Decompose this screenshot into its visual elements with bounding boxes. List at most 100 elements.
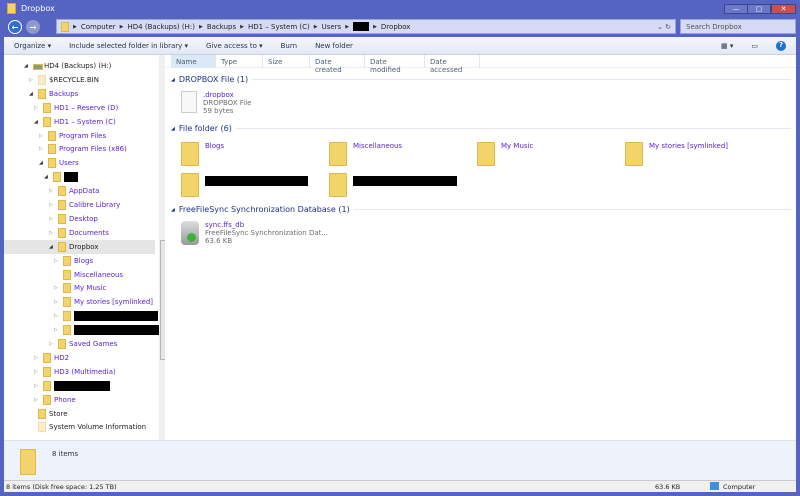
give-access-button[interactable]: Give access to ▾ [206, 42, 263, 50]
expand-arrow-icon[interactable]: ▷ [34, 383, 38, 389]
expand-arrow-icon[interactable]: ▷ [49, 202, 53, 208]
burn-button[interactable]: Burn [281, 42, 297, 50]
maximize-button[interactable]: ▢ [747, 4, 771, 14]
tree-item[interactable]: ▷ Desktop [4, 212, 155, 226]
folder-icon [181, 142, 199, 166]
expand-arrow-icon[interactable]: ▷ [49, 188, 53, 194]
crumb[interactable]: Users [322, 23, 342, 31]
organize-button[interactable]: Organize ▾ [14, 42, 51, 50]
tree-item[interactable]: ▷ $RECYCLE.BIN [4, 73, 155, 87]
tree-item[interactable]: ▷ Calibre Library [4, 198, 155, 212]
folder-item[interactable]: My Music [477, 142, 533, 166]
collapse-arrow-icon[interactable]: ◢ [29, 91, 33, 97]
tree-item-label: My stories [symlinked] [74, 298, 154, 307]
help-icon[interactable]: ? [776, 40, 786, 51]
expand-arrow-icon[interactable]: ▷ [49, 341, 53, 347]
tree-item[interactable]: ▷ [4, 323, 162, 337]
forward-button[interactable]: → [26, 20, 40, 34]
collapse-arrow-icon[interactable]: ◢ [44, 174, 48, 180]
crumb[interactable]: HD4 (Backups) (H:) [128, 23, 195, 31]
crumb[interactable]: Backups [207, 23, 236, 31]
tree-item[interactable]: ◢ [4, 170, 155, 184]
tree-item[interactable]: ▷ Program Files (x86) [4, 142, 155, 156]
expand-arrow-icon[interactable]: ▷ [34, 397, 38, 403]
expand-arrow-icon[interactable]: ▷ [29, 77, 33, 83]
expand-arrow-icon[interactable]: ▷ [54, 313, 58, 319]
expand-arrow-icon[interactable]: ▷ [54, 258, 58, 264]
navigation-pane: ◢ HD4 (Backups) (H:) ▷ $RECYCLE.BIN ◢ Backups… [4, 55, 168, 440]
expand-arrow-icon[interactable]: ▷ [39, 133, 43, 139]
expand-arrow-icon[interactable]: ▷ [49, 216, 53, 222]
toolbar: Organize ▾ Include selected folder in li… [4, 37, 796, 55]
column-date-accessed[interactable]: Date accessed [425, 55, 480, 74]
tree-item[interactable]: ▷ [4, 309, 158, 323]
file-item[interactable]: sync.ffs_db FreeFileSync Synchronization … [181, 221, 328, 245]
tree-item[interactable]: ▷ My Music [4, 281, 155, 295]
new-folder-button[interactable]: New folder [315, 42, 353, 50]
folder-icon [48, 144, 56, 155]
collapse-arrow-icon[interactable]: ◢ [39, 160, 43, 166]
minimize-button[interactable]: — [724, 4, 748, 14]
crumb[interactable]: Computer [81, 23, 116, 31]
folder-item[interactable]: My stories [symlinked] [625, 142, 728, 166]
expand-arrow-icon[interactable]: ▷ [54, 327, 58, 333]
expand-arrow-icon[interactable]: ▷ [39, 146, 43, 152]
column-type[interactable]: Type [216, 55, 263, 68]
tree-item[interactable]: ▷ Documents [4, 226, 155, 240]
expand-arrow-icon[interactable]: ▷ [34, 369, 38, 375]
address-bar[interactable]: ▶ Computer ▶ HD4 (Backups) (H:) ▶ Backups ▶… [56, 19, 676, 34]
back-button[interactable]: ← [8, 20, 22, 34]
crumb-redacted[interactable] [353, 22, 370, 31]
tree-item[interactable]: Store [4, 407, 155, 421]
expand-arrow-icon[interactable]: ▷ [49, 230, 53, 236]
folder-item[interactable]: Blogs [181, 142, 224, 166]
collapse-arrow-icon[interactable]: ◢ [24, 63, 28, 69]
crumb[interactable]: Dropbox [381, 23, 411, 31]
tree-item[interactable]: ◢ Backups [4, 87, 155, 101]
tree-item[interactable]: ▷ AppData [4, 184, 155, 198]
expand-arrow-icon[interactable]: ▷ [34, 105, 38, 111]
close-button[interactable]: ✕ [771, 4, 796, 14]
view-options-icon[interactable]: ▦ ▾ [721, 42, 733, 50]
details-pane: 8 items [4, 440, 796, 480]
tree-item[interactable]: ▷ Blogs [4, 254, 155, 268]
column-name[interactable]: Name [171, 55, 216, 68]
search-input[interactable]: Search Dropbox [680, 19, 796, 34]
group-header[interactable]: ◢ FreeFileSync Synchronization Database (… [171, 205, 791, 214]
group-header[interactable]: ◢ File folder (6) [171, 124, 791, 133]
column-date-modified[interactable]: Date modified [365, 55, 425, 74]
tree-item[interactable]: ▷ HD2 [4, 351, 155, 365]
folder-icon [58, 200, 66, 210]
tree-item[interactable]: ▷ HD1 – Reserve (D) [4, 101, 155, 115]
file-item[interactable]: .dropbox DROPBOX File 59 bytes [181, 91, 251, 115]
collapse-arrow-icon[interactable]: ◢ [34, 119, 38, 125]
preview-pane-icon[interactable]: ▭ [751, 42, 758, 50]
include-in-library-button[interactable]: Include selected folder in library ▾ [69, 42, 188, 50]
tree-item[interactable]: ▷ Phone [4, 393, 155, 407]
tree-item[interactable]: ◢ HD1 – System (C) [4, 115, 155, 129]
refresh-icon[interactable]: ⌄ ↻ [657, 23, 671, 31]
column-size[interactable]: Size [263, 55, 310, 68]
tree-item[interactable]: ◢ HD4 (Backups) (H:) [4, 59, 155, 73]
tree-item[interactable]: System Volume Information [4, 420, 155, 434]
tree-item[interactable]: ▷ My stories [symlinked] [4, 295, 155, 309]
column-date-created[interactable]: Date created [310, 55, 365, 74]
expand-arrow-icon[interactable]: ▷ [34, 355, 38, 361]
tree-item[interactable]: Miscellaneous [4, 268, 155, 282]
folder-item[interactable] [181, 173, 308, 197]
tree-item[interactable]: ◢ Users [4, 156, 155, 170]
crumb[interactable]: HD1 – System (C) [248, 23, 310, 31]
group-header[interactable]: ◢ DROPBOX File (1) [171, 75, 791, 84]
expand-arrow-icon[interactable]: ▷ [54, 285, 58, 291]
folder-item[interactable]: Miscellaneous [329, 142, 402, 166]
collapse-arrow-icon[interactable]: ◢ [49, 244, 53, 250]
tree-item[interactable]: ▷ [4, 379, 155, 393]
tree-item[interactable]: ▷ Saved Games [4, 337, 155, 351]
expand-arrow-icon[interactable]: ▷ [54, 299, 58, 305]
folder-item[interactable] [329, 173, 457, 197]
tree-item[interactable]: ▷ HD3 (Multimedia) [4, 365, 155, 379]
tree-item[interactable]: ▷ Program Files [4, 129, 155, 143]
tree-item[interactable]: ◢ Dropbox [4, 239, 155, 254]
folder-icon [63, 283, 71, 294]
redacted-name [74, 311, 158, 322]
